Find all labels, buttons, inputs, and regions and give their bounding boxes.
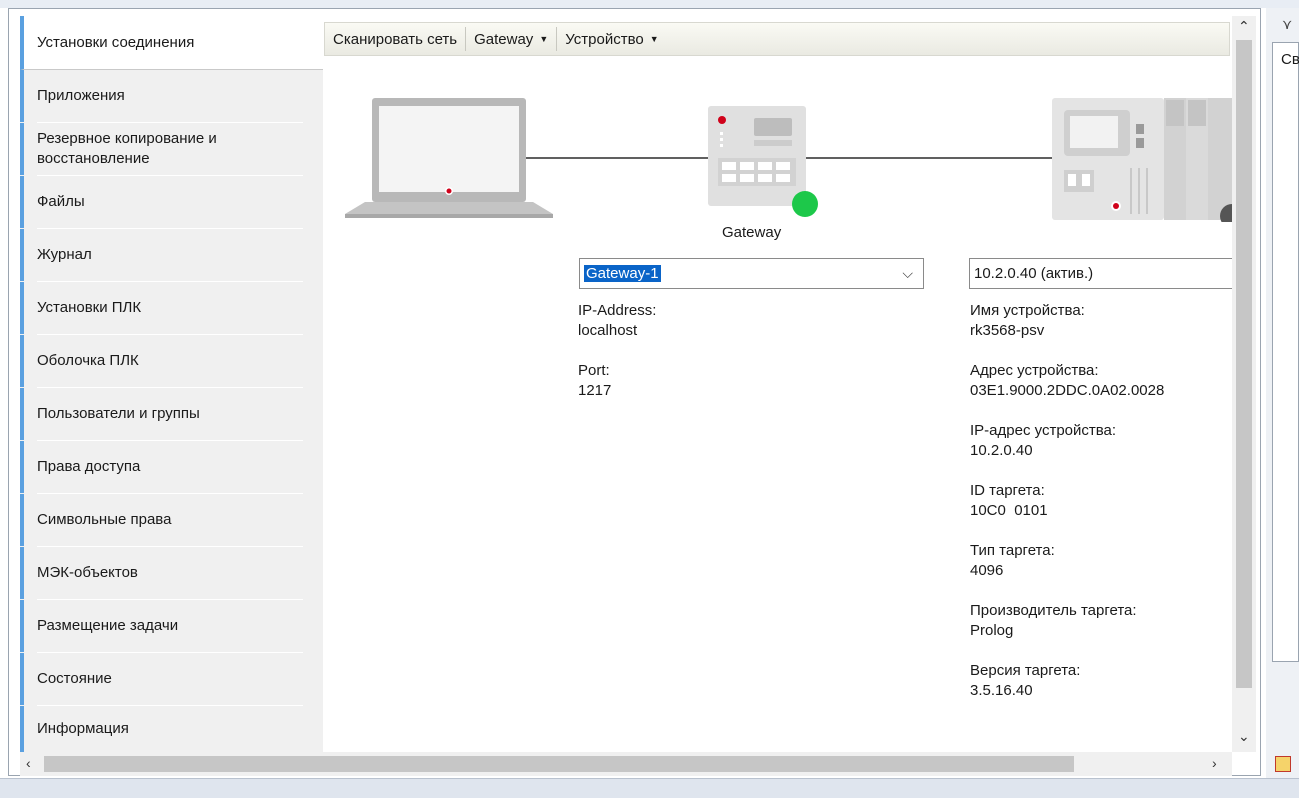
- gateway-port-label: Port:: [578, 362, 610, 379]
- gateway-port-value: 1217: [578, 382, 612, 399]
- sidebar-item-label: Резервное копирование и восстановление: [37, 130, 217, 167]
- caret-down-icon: ▼: [539, 34, 549, 44]
- sidebar-item-label: Состояние: [37, 670, 112, 687]
- gateway-select[interactable]: Gateway-1 ⌵: [579, 258, 924, 289]
- device-address-value: 03E1.9000.2DDC.0A02.0028: [970, 382, 1165, 399]
- sidebar: Установки соединения Приложения Резервно…: [20, 16, 323, 752]
- device-ip-value: 10.2.0.40: [970, 442, 1033, 459]
- target-type-value: 4096: [970, 562, 1004, 579]
- device-name-label: Имя устройства:: [970, 302, 1085, 319]
- target-vendor-value: Prolog: [970, 622, 1014, 639]
- sidebar-item-label: Информация: [37, 720, 129, 737]
- top-tab-strip: [0, 0, 1299, 8]
- sidebar-item-label: Оболочка ПЛК: [37, 352, 139, 369]
- sidebar-item-label: Журнал: [37, 246, 92, 263]
- sidebar-item-backup-restore[interactable]: Резервное копирование и восстановление: [20, 123, 323, 175]
- device-info: Имя устройства: rk3568-psv Адрес устройс…: [970, 301, 1164, 701]
- toolbar: Сканировать сеть Gateway ▼ Устройство ▼: [324, 22, 1230, 56]
- sidebar-item-connection-settings[interactable]: Установки соединения: [20, 16, 323, 70]
- caret-down-icon: ▼: [649, 34, 659, 44]
- chevron-down-icon[interactable]: ⌵: [902, 265, 913, 282]
- target-type-label: Тип таргета:: [970, 542, 1055, 559]
- gateway-info: IP-Address: localhost Port: 1217: [578, 301, 656, 401]
- scroll-left-icon[interactable]: ‹: [26, 755, 31, 771]
- scroll-right-icon[interactable]: ›: [1212, 755, 1217, 771]
- target-id-value: 10C0 0101: [970, 502, 1048, 519]
- sidebar-item-log[interactable]: Журнал: [20, 229, 323, 281]
- sidebar-item-information[interactable]: Информация: [20, 706, 323, 752]
- add-item-icon[interactable]: [1275, 756, 1291, 772]
- sidebar-item-files[interactable]: Файлы: [20, 176, 323, 228]
- sidebar-item-access-rights[interactable]: Права доступа: [20, 441, 323, 493]
- gateway-ip-label: IP-Address:: [578, 302, 657, 319]
- target-vendor-label: Производитель таргета:: [970, 602, 1137, 619]
- target-id-label: ID таргета:: [970, 482, 1045, 499]
- sidebar-item-label: Приложения: [37, 87, 125, 104]
- right-panel-text: Св: [1281, 51, 1299, 68]
- sidebar-item-label: МЭК-объектов: [37, 564, 138, 581]
- device-menu-label: Устройство: [565, 30, 644, 48]
- target-version-value: 3.5.16.40: [970, 682, 1033, 699]
- vertical-scroll-thumb[interactable]: [1236, 40, 1252, 688]
- device-menu-button[interactable]: Устройство ▼: [557, 22, 666, 56]
- sidebar-item-label: Установки ПЛК: [37, 299, 142, 316]
- sidebar-item-iec-objects[interactable]: МЭК-объектов: [20, 547, 323, 599]
- sidebar-item-label: Размещение задачи: [37, 617, 179, 634]
- sidebar-item-applications[interactable]: Приложения: [20, 70, 323, 122]
- vertical-scrollbar[interactable]: ⌃ ⌄: [1232, 16, 1256, 752]
- gateway-label: Gateway: [722, 224, 782, 241]
- device-ip-label: IP-адрес устройства:: [970, 422, 1117, 439]
- status-strip: [0, 778, 1299, 798]
- device-select[interactable]: 10.2.0.40 (актив.): [969, 258, 1232, 289]
- sidebar-item-task-deployment[interactable]: Размещение задачи: [20, 600, 323, 652]
- sidebar-item-label: Права доступа: [37, 458, 141, 475]
- horizontal-scrollbar[interactable]: ‹ ›: [20, 752, 1232, 776]
- laptop-icon: [345, 98, 553, 218]
- connection-line: [806, 157, 1052, 159]
- filter-icon[interactable]: ⋎: [1282, 16, 1292, 33]
- sidebar-item-label: Пользователи и группы: [37, 405, 200, 422]
- scroll-up-icon[interactable]: ⌃: [1238, 18, 1250, 35]
- plc-device-icon: [1052, 98, 1232, 222]
- sidebar-item-plc-shell[interactable]: Оболочка ПЛК: [20, 335, 323, 387]
- sidebar-item-users-groups[interactable]: Пользователи и группы: [20, 388, 323, 440]
- target-version-label: Версия таргета:: [970, 662, 1081, 679]
- gateway-select-value: Gateway-1: [583, 264, 662, 283]
- scroll-down-icon[interactable]: ⌄: [1238, 728, 1250, 745]
- sidebar-item-label: Установки соединения: [37, 33, 195, 51]
- sidebar-item-symbol-rights[interactable]: Символьные права: [20, 494, 323, 546]
- right-panel: ⋎ Св: [1266, 8, 1299, 778]
- sidebar-item-plc-settings[interactable]: Установки ПЛК: [20, 282, 323, 334]
- scan-network-label: Сканировать сеть: [333, 30, 458, 48]
- gateway-ip-value: localhost: [578, 322, 638, 339]
- right-panel-content: Св: [1272, 42, 1299, 662]
- scan-network-button[interactable]: Сканировать сеть: [325, 22, 465, 56]
- gateway-menu-button[interactable]: Gateway ▼: [466, 22, 556, 56]
- sidebar-item-label: Символьные права: [37, 511, 172, 528]
- device-select-value: 10.2.0.40 (актив.): [974, 265, 1094, 282]
- sidebar-item-label: Файлы: [37, 193, 85, 210]
- device-address-label: Адрес устройства:: [970, 362, 1099, 379]
- gateway-device-icon: [708, 106, 818, 217]
- sidebar-item-status[interactable]: Состояние: [20, 653, 323, 705]
- horizontal-scroll-thumb[interactable]: [44, 756, 1074, 772]
- gateway-menu-label: Gateway: [474, 30, 534, 48]
- device-name-value: rk3568-psv: [970, 322, 1045, 339]
